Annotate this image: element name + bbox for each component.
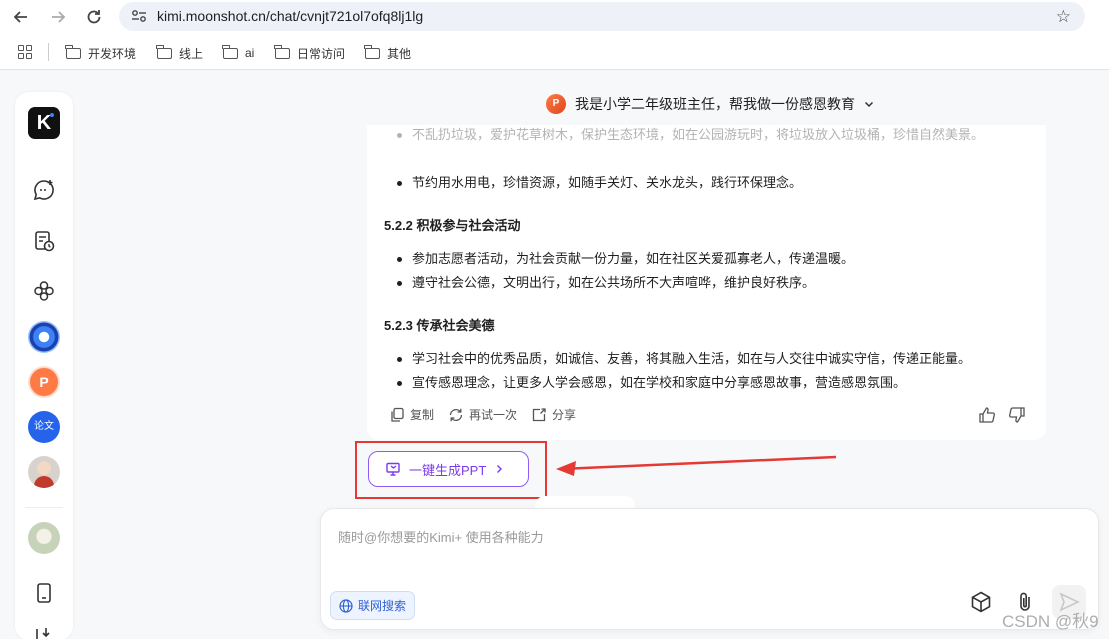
reload-icon[interactable] xyxy=(83,6,105,28)
folder-icon xyxy=(222,44,238,59)
copy-label: 复制 xyxy=(410,408,435,422)
copy-button[interactable]: 复制 xyxy=(389,406,434,423)
ppt-badge-icon: P xyxy=(546,94,566,114)
section-heading: 5.2.2 积极参与社会活动 xyxy=(384,218,521,233)
list-item: 节约用水用电，珍惜资源，如随手关灯、关水龙头，践行环保理念。 xyxy=(397,171,1032,195)
bookmark-folder-dev[interactable]: 开发环境 xyxy=(65,44,137,62)
list-item: 参加志愿者活动，为社会贡献一份力量，如在社区关爱孤寡老人，传递温暖。 xyxy=(397,247,1032,271)
bookmark-folder-online[interactable]: 线上 xyxy=(156,44,204,62)
chat-title-text: 我是小学二年级班主任，帮我做一份感恩教育 xyxy=(575,96,855,112)
bookmark-folder-daily[interactable]: 日常访问 xyxy=(274,44,346,62)
url-text[interactable]: kimi.moonshot.cn/chat/cvnjt721ol7ofq8lj1… xyxy=(157,8,423,24)
forward-icon[interactable] xyxy=(47,6,69,28)
browser-toolbar: kimi.moonshot.cn/chat/cvnjt721ol7ofq8lj1… xyxy=(0,0,1109,34)
chat-title[interactable]: P 我是小学二年级班主任，帮我做一份感恩教育 xyxy=(546,93,874,115)
folder-icon xyxy=(364,44,380,59)
thumbs-up-icon[interactable] xyxy=(978,406,996,424)
bookmark-star-icon[interactable]: ☆ xyxy=(1056,7,1071,27)
thumbs-down-icon[interactable] xyxy=(1008,406,1026,424)
site-settings-icon[interactable] xyxy=(131,9,147,23)
share-icon xyxy=(532,407,546,421)
bookmark-label: 其他 xyxy=(387,46,412,61)
retry-button[interactable]: 再试一次 xyxy=(448,406,517,423)
apps-grid-icon[interactable] xyxy=(18,45,32,59)
bookmark-label: 开发环境 xyxy=(88,46,137,61)
kimi-avatar[interactable] xyxy=(28,321,60,353)
message-actions: 复制 再试一次 分享 xyxy=(389,406,576,423)
copy-icon xyxy=(391,407,404,422)
bookmark-label: 线上 xyxy=(179,46,204,61)
chevron-down-icon xyxy=(864,101,874,108)
list-item: 学习社会中的优秀品质，如诚信、友善，将其融入生活，如在与人交往中诚实守信，传递正… xyxy=(397,347,1032,371)
bookmark-folder-other[interactable]: 其他 xyxy=(364,44,412,62)
kimi-logo[interactable]: K xyxy=(28,107,60,139)
folder-icon xyxy=(65,44,81,59)
retry-label: 再试一次 xyxy=(469,408,518,422)
paper-assistant-avatar[interactable]: 论文 xyxy=(28,411,60,443)
generate-ppt-button[interactable]: 一键生成PPT xyxy=(368,451,529,487)
sidebar: K P 论文 xyxy=(15,92,73,639)
bookmarks-divider xyxy=(48,43,49,61)
cube-icon[interactable] xyxy=(969,590,993,614)
watermark: CSDN @秋9 xyxy=(1002,612,1099,631)
user-avatar-2[interactable] xyxy=(28,522,60,554)
presentation-icon xyxy=(386,462,400,476)
chat-input-placeholder[interactable]: 随时@你想要的Kimi+ 使用各种能力 xyxy=(338,527,544,546)
web-search-label: 联网搜索 xyxy=(358,599,407,613)
section-heading: 5.2.3 传承社会美德 xyxy=(384,318,495,333)
chevron-right-icon xyxy=(497,465,503,473)
list-item: 宣传感恩理念，让更多人学会感恩，如在学校和家庭中分享感恩故事，营造感恩氛围。 xyxy=(397,371,1032,395)
explore-icon[interactable] xyxy=(32,279,56,303)
generate-ppt-label: 一键生成PPT xyxy=(409,462,487,478)
ppt-assistant-avatar[interactable]: P xyxy=(28,366,60,398)
globe-icon xyxy=(339,598,353,613)
kimi-app: K P 论文 P 我是小学二年级班主任，帮我做一份感恩教育 不乱扔垃圾，爱护花草… xyxy=(0,71,1109,639)
back-icon[interactable] xyxy=(10,6,32,28)
feedback-buttons xyxy=(978,406,1026,424)
bookmark-label: 日常访问 xyxy=(297,46,346,61)
web-search-toggle[interactable]: 联网搜索 xyxy=(330,591,416,620)
folder-icon xyxy=(274,44,290,59)
list-item: 遵守社会公德，文明出行，如在公共场所不大声喧哗，维护良好秩序。 xyxy=(397,271,1032,295)
history-icon[interactable] xyxy=(32,229,56,253)
bookmark-folder-ai[interactable]: ai xyxy=(222,44,255,62)
bookmarks-bar: 开发环境 线上 ai 日常访问 其他 xyxy=(0,34,1109,70)
folder-icon xyxy=(156,44,172,59)
sidebar-divider xyxy=(25,507,63,508)
bookmark-label: ai xyxy=(245,46,255,60)
assistant-message: 不乱扔垃圾，爱护花草树木，保护生态环境，如在公园游玩时，将垃圾放入垃圾桶，珍惜自… xyxy=(367,125,1046,440)
list-item: 不乱扔垃圾，爱护花草树木，保护生态环境，如在公园游玩时，将垃圾放入垃圾桶，珍惜自… xyxy=(397,123,1032,147)
user-avatar[interactable] xyxy=(28,456,60,488)
chat-input-box[interactable]: 随时@你想要的Kimi+ 使用各种能力 联网搜索 xyxy=(320,508,1099,630)
address-bar[interactable]: kimi.moonshot.cn/chat/cvnjt721ol7ofq8lj1… xyxy=(119,2,1085,31)
annotation-arrow-icon xyxy=(556,455,837,476)
share-label: 分享 xyxy=(552,408,577,422)
share-button[interactable]: 分享 xyxy=(531,406,576,423)
download-icon[interactable] xyxy=(32,624,56,639)
new-chat-icon[interactable] xyxy=(32,178,56,202)
refresh-icon xyxy=(449,408,463,421)
avatar-shirt xyxy=(34,476,54,488)
mobile-icon[interactable] xyxy=(32,581,56,605)
